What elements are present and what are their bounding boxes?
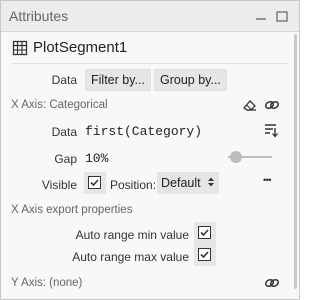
scrollbar[interactable]: [294, 34, 297, 289]
position-value: Default: [161, 176, 201, 190]
gap-slider-thumb[interactable]: [229, 151, 242, 163]
gap-value[interactable]: 10%: [85, 151, 108, 166]
checkmark-icon: [200, 251, 209, 259]
data-label: Data: [51, 73, 77, 87]
x-data-expression[interactable]: first(Category): [85, 124, 202, 139]
group-by-button[interactable]: Group by...: [154, 69, 227, 91]
divider: [11, 63, 289, 64]
checkmark-icon: [200, 229, 209, 237]
position-label: Position:: [110, 178, 157, 192]
attributes-panel: Attributes PlotSegment1 Data Filter by..…: [0, 0, 300, 300]
export-properties-heading: X Axis export properties: [11, 204, 133, 216]
object-name: PlotSegment1: [33, 39, 128, 56]
link-icon[interactable]: [264, 97, 280, 113]
maximize-icon[interactable]: [275, 9, 289, 23]
visible-label: Visible: [41, 178, 77, 192]
eraser-icon[interactable]: [242, 97, 258, 113]
x-axis-heading: X Axis: Categorical: [11, 99, 108, 111]
minimize-icon[interactable]: [254, 9, 268, 23]
auto-range-min-checkbox[interactable]: [194, 222, 216, 244]
updown-chevron-icon: [207, 173, 215, 195]
auto-range-max-label: Auto range max value: [72, 250, 189, 264]
filter-by-button[interactable]: Filter by...: [85, 69, 151, 91]
table-icon: [12, 40, 28, 56]
position-dropdown[interactable]: Default: [157, 172, 220, 195]
panel-titlebar: Attributes: [1, 1, 299, 32]
more-options-icon[interactable]: •••: [263, 175, 271, 185]
visible-checkbox[interactable]: [84, 172, 106, 194]
gap-slider[interactable]: [228, 150, 272, 164]
gap-label: Gap: [54, 152, 77, 166]
auto-range-min-label: Auto range min value: [75, 228, 189, 242]
link-icon[interactable]: [264, 275, 280, 291]
panel-title: Attributes: [9, 8, 69, 24]
y-axis-heading: Y Axis: (none): [11, 277, 83, 289]
checkmark-icon: [90, 179, 99, 187]
sort-options-icon[interactable]: [263, 122, 279, 138]
auto-range-max-checkbox[interactable]: [194, 244, 216, 266]
x-data-label: Data: [51, 125, 77, 139]
